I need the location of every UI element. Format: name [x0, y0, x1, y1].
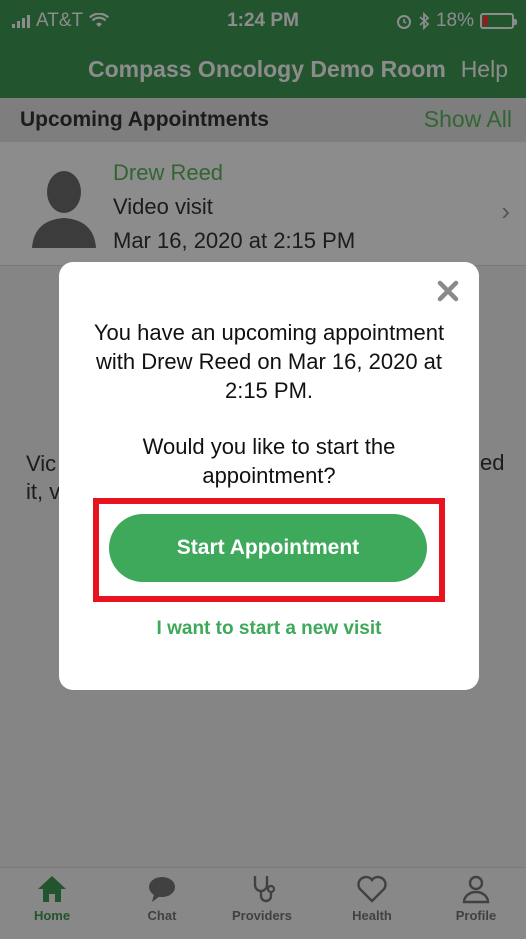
modal-question: Would you like to start the appointment?: [142, 434, 396, 488]
app-screen: AT&T 1:24 PM 18% Compass Oncology Demo R…: [0, 0, 526, 939]
modal-message: You have an upcoming appointment with Dr…: [93, 320, 445, 403]
new-visit-link[interactable]: I want to start a new visit: [59, 618, 479, 640]
close-icon[interactable]: [435, 278, 461, 304]
appointment-modal: You have an upcoming appointment with Dr…: [59, 262, 479, 690]
start-appointment-button[interactable]: Start Appointment: [109, 514, 427, 582]
